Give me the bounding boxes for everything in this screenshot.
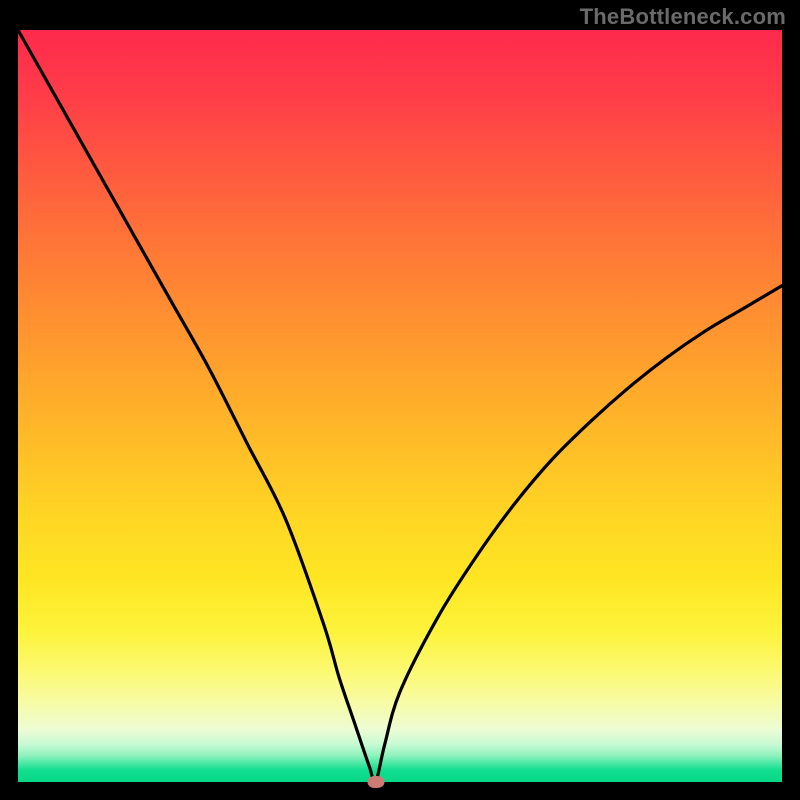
- optimal-point-marker: [367, 776, 384, 788]
- bottleneck-curve: [18, 30, 782, 782]
- chart-frame: TheBottleneck.com: [0, 0, 800, 800]
- plot-area: [18, 30, 782, 782]
- watermark-text: TheBottleneck.com: [580, 4, 786, 30]
